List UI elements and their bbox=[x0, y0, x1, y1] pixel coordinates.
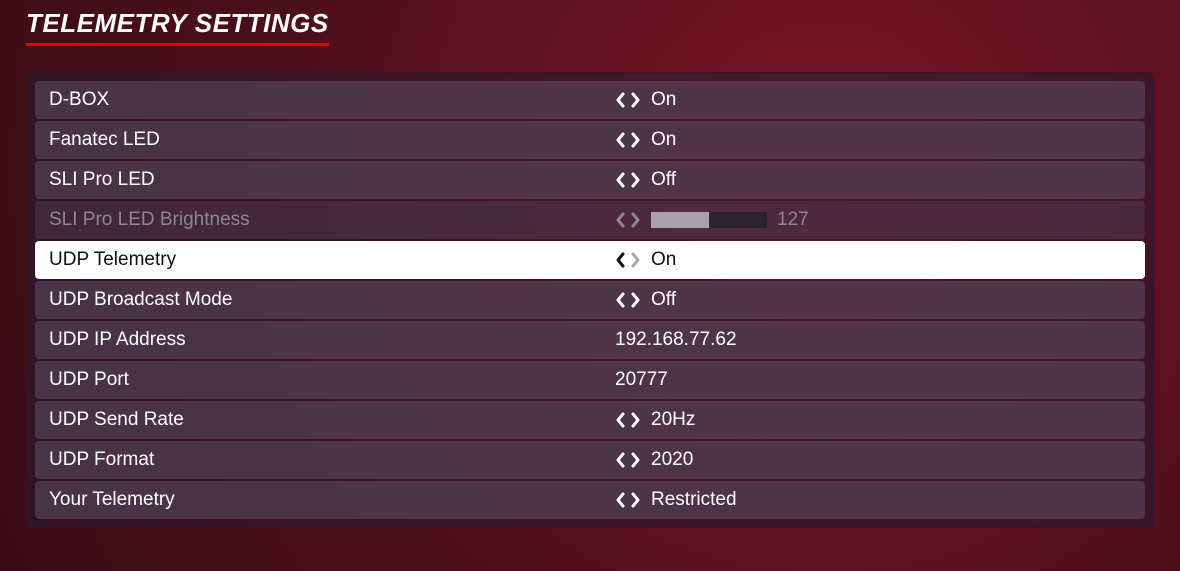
setting-control[interactable]: Restricted bbox=[615, 489, 1145, 511]
setting-label: UDP Telemetry bbox=[35, 249, 615, 271]
setting-label: UDP Send Rate bbox=[35, 409, 615, 431]
setting-row[interactable]: D-BOX On bbox=[35, 81, 1145, 119]
value-stepper[interactable] bbox=[615, 452, 641, 468]
setting-value: On bbox=[651, 129, 676, 151]
setting-value: On bbox=[651, 89, 676, 111]
setting-label: SLI Pro LED Brightness bbox=[35, 209, 615, 231]
setting-control[interactable]: 192.168.77.62 bbox=[615, 329, 1145, 351]
setting-value: Off bbox=[651, 169, 676, 191]
value-stepper[interactable] bbox=[615, 212, 641, 228]
chevron-right-icon[interactable] bbox=[629, 92, 641, 108]
setting-label: D-BOX bbox=[35, 89, 615, 111]
chevron-right-icon[interactable] bbox=[629, 292, 641, 308]
setting-row[interactable]: UDP Send Rate 20Hz bbox=[35, 401, 1145, 439]
setting-value: 2020 bbox=[651, 449, 693, 471]
setting-row[interactable]: UDP IP Address192.168.77.62 bbox=[35, 321, 1145, 359]
setting-label: UDP Port bbox=[35, 369, 615, 391]
setting-value: 192.168.77.62 bbox=[615, 329, 737, 351]
value-stepper[interactable] bbox=[615, 292, 641, 308]
chevron-left-icon[interactable] bbox=[615, 132, 627, 148]
chevron-left-icon[interactable] bbox=[615, 252, 627, 268]
setting-row[interactable]: Your Telemetry Restricted bbox=[35, 481, 1145, 519]
chevron-left-icon[interactable] bbox=[615, 212, 627, 228]
setting-control[interactable]: 127 bbox=[615, 209, 1145, 231]
chevron-right-icon[interactable] bbox=[629, 212, 641, 228]
chevron-right-icon[interactable] bbox=[629, 492, 641, 508]
setting-value: 20Hz bbox=[651, 409, 695, 431]
setting-row[interactable]: UDP Telemetry On bbox=[35, 241, 1145, 279]
setting-value: 20777 bbox=[615, 369, 668, 391]
value-stepper[interactable] bbox=[615, 252, 641, 268]
setting-label: Fanatec LED bbox=[35, 129, 615, 151]
chevron-left-icon[interactable] bbox=[615, 452, 627, 468]
chevron-right-icon[interactable] bbox=[629, 172, 641, 188]
chevron-right-icon[interactable] bbox=[629, 252, 641, 268]
setting-value: 127 bbox=[777, 209, 809, 231]
setting-row[interactable]: SLI Pro LED Brightness 127 bbox=[35, 201, 1145, 239]
setting-value: On bbox=[651, 249, 676, 271]
value-stepper[interactable] bbox=[615, 132, 641, 148]
setting-row[interactable]: UDP Port20777 bbox=[35, 361, 1145, 399]
setting-label: UDP Broadcast Mode bbox=[35, 289, 615, 311]
chevron-left-icon[interactable] bbox=[615, 492, 627, 508]
setting-value: Off bbox=[651, 289, 676, 311]
chevron-left-icon[interactable] bbox=[615, 292, 627, 308]
setting-control[interactable]: On bbox=[615, 129, 1145, 151]
value-stepper[interactable] bbox=[615, 412, 641, 428]
setting-label: UDP IP Address bbox=[35, 329, 615, 351]
setting-control[interactable]: 2020 bbox=[615, 449, 1145, 471]
page-title: TELEMETRY SETTINGS bbox=[26, 8, 329, 46]
value-stepper[interactable] bbox=[615, 172, 641, 188]
setting-label: UDP Format bbox=[35, 449, 615, 471]
setting-control[interactable]: 20Hz bbox=[615, 409, 1145, 431]
chevron-right-icon[interactable] bbox=[629, 412, 641, 428]
chevron-right-icon[interactable] bbox=[629, 132, 641, 148]
value-stepper[interactable] bbox=[615, 492, 641, 508]
setting-control[interactable]: On bbox=[615, 249, 1145, 271]
setting-row[interactable]: UDP Format 2020 bbox=[35, 441, 1145, 479]
setting-row[interactable]: SLI Pro LED Off bbox=[35, 161, 1145, 199]
setting-control[interactable]: 20777 bbox=[615, 369, 1145, 391]
setting-row[interactable]: Fanatec LED On bbox=[35, 121, 1145, 159]
chevron-left-icon[interactable] bbox=[615, 172, 627, 188]
setting-control[interactable]: On bbox=[615, 89, 1145, 111]
chevron-left-icon[interactable] bbox=[615, 412, 627, 428]
chevron-left-icon[interactable] bbox=[615, 92, 627, 108]
setting-control[interactable]: Off bbox=[615, 289, 1145, 311]
setting-label: Your Telemetry bbox=[35, 489, 615, 511]
setting-control[interactable]: Off bbox=[615, 169, 1145, 191]
brightness-slider[interactable] bbox=[651, 212, 767, 228]
setting-value: Restricted bbox=[651, 489, 737, 511]
settings-panel: D-BOX OnFanatec LED OnSLI Pro LED OffSLI… bbox=[26, 72, 1154, 528]
value-stepper[interactable] bbox=[615, 92, 641, 108]
setting-row[interactable]: UDP Broadcast Mode Off bbox=[35, 281, 1145, 319]
setting-label: SLI Pro LED bbox=[35, 169, 615, 191]
chevron-right-icon[interactable] bbox=[629, 452, 641, 468]
